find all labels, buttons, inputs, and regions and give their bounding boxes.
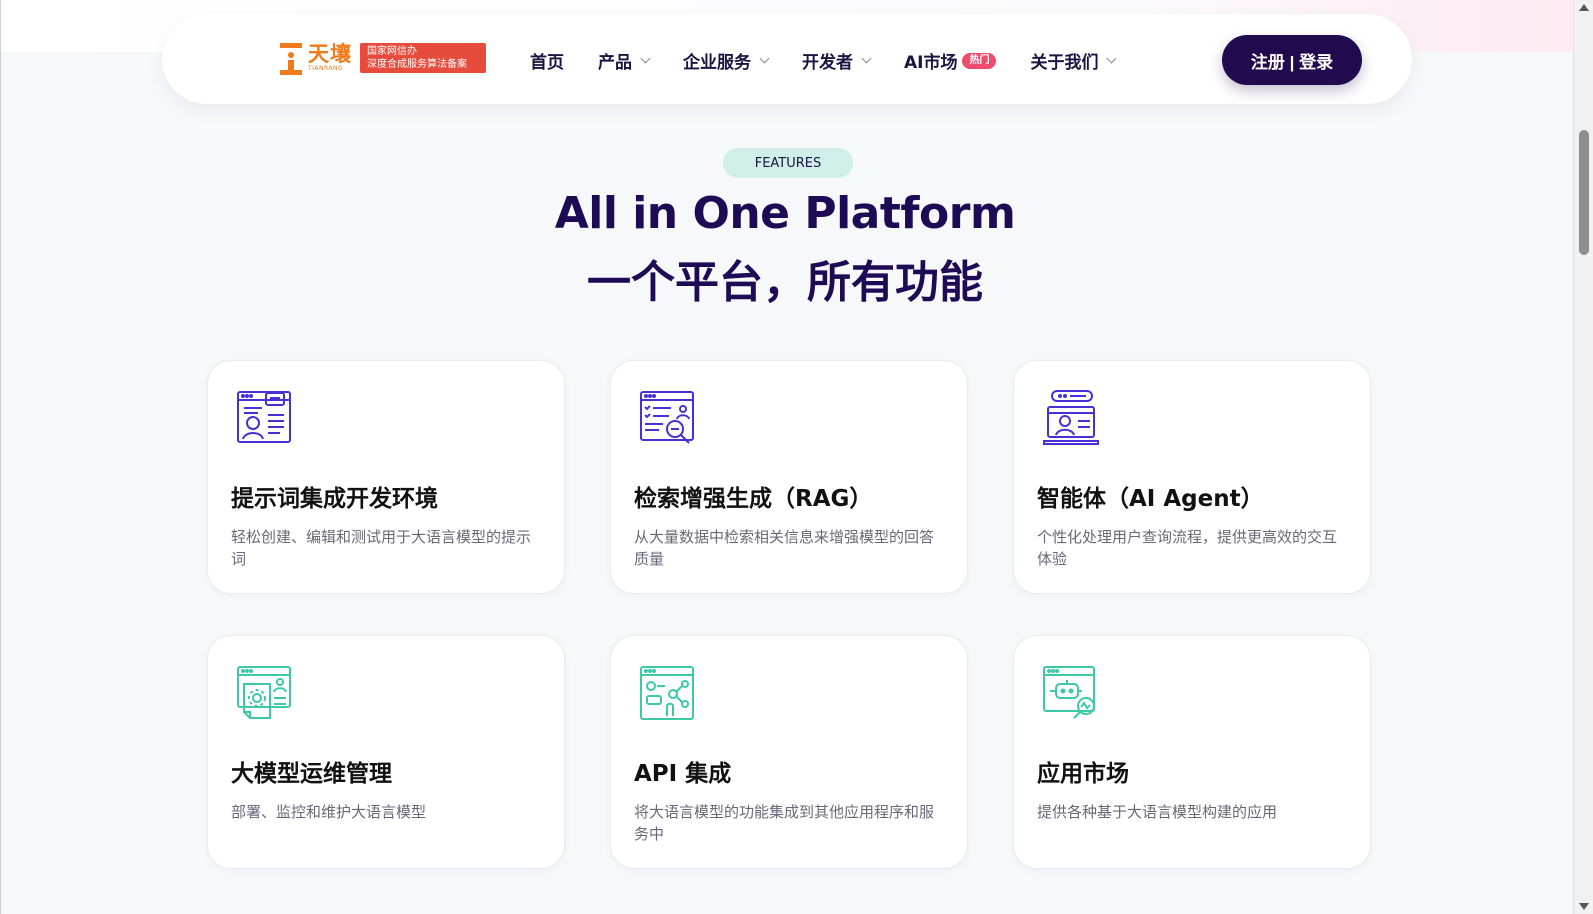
window-border bbox=[0, 0, 1, 914]
features-tag: FEATURES bbox=[723, 148, 853, 178]
chevron-down-icon bbox=[640, 53, 651, 64]
logo-sub: TIANRANG bbox=[308, 65, 344, 72]
settings-document-icon bbox=[237, 666, 291, 719]
card-title: 应用市场 bbox=[1037, 761, 1129, 787]
chevron-down-icon bbox=[759, 53, 770, 64]
scroll-thumb[interactable] bbox=[1579, 130, 1589, 255]
card-title: API 集成 bbox=[634, 761, 732, 787]
feature-card-llm-ops[interactable]: 大模型运维管理 部署、监控和维护大语言模型 bbox=[207, 635, 565, 869]
main-nav: 首页 产品 企业服务 开发者 AI市场 热门 关于我们 bbox=[530, 48, 1149, 73]
registration-line-2: 深度合成服务算法备案 bbox=[367, 59, 467, 70]
nav-item-label: AI市场 bbox=[904, 53, 958, 73]
card-title: 检索增强生成（RAG） bbox=[634, 486, 873, 512]
card-description: 个性化处理用户查询流程，提供更高效的交互体验 bbox=[1037, 528, 1338, 568]
registration-line-1: 国家网信办 bbox=[367, 46, 417, 57]
laptop-agent-icon bbox=[1043, 390, 1099, 445]
chevron-down-icon bbox=[1107, 53, 1117, 64]
nav-item-developers[interactable]: 开发者 bbox=[802, 48, 872, 73]
feature-card-api[interactable]: API 集成 将大语言模型的功能集成到其他应用程序和服务中 bbox=[610, 635, 968, 869]
feature-card-prompt-ide[interactable]: 提示词集成开发环境 轻松创建、编辑和测试用于大语言模型的提示词 bbox=[207, 360, 565, 594]
card-description: 将大语言模型的功能集成到其他应用程序和服务中 bbox=[634, 803, 935, 843]
feature-card-ai-agent[interactable]: 智能体（AI Agent） 个性化处理用户查询流程，提供更高效的交互体验 bbox=[1013, 360, 1371, 594]
document-search-icon bbox=[640, 391, 694, 444]
app-market-icon bbox=[1043, 666, 1095, 719]
logo-text: 天壤 TIANRANG bbox=[308, 43, 352, 73]
section-title-zh: 一个平台，所有功能 bbox=[587, 257, 983, 308]
nav-item-products[interactable]: 产品 bbox=[598, 48, 651, 73]
scroll-down-arrow-icon[interactable] bbox=[1579, 903, 1589, 910]
logo-name: 天壤 bbox=[308, 42, 352, 66]
nav-item-about[interactable]: 关于我们 bbox=[1030, 48, 1117, 73]
login-register-button[interactable]: 注册 | 登录 bbox=[1222, 35, 1362, 85]
feature-card-rag[interactable]: 检索增强生成（RAG） 从大量数据中检索相关信息来增强模型的回答质量 bbox=[610, 360, 968, 594]
logo-mark-icon bbox=[280, 43, 302, 75]
card-description: 部署、监控和维护大语言模型 bbox=[231, 803, 427, 821]
card-title: 提示词集成开发环境 bbox=[231, 486, 438, 512]
nav-item-label: 产品 bbox=[598, 53, 632, 73]
registration-badge: 国家网信办 深度合成服务算法备案 bbox=[360, 43, 486, 73]
nav-item-enterprise[interactable]: 企业服务 bbox=[683, 48, 770, 73]
nav-item-label: 关于我们 bbox=[1030, 53, 1099, 73]
section-title-en: All in One Platform bbox=[554, 188, 1016, 239]
feature-card-app-market[interactable]: 应用市场 提供各种基于大语言模型构建的应用 bbox=[1013, 635, 1371, 869]
prompt-ide-icon bbox=[237, 391, 291, 443]
navbar: 天壤 TIANRANG 国家网信办 深度合成服务算法备案 首页 产品 企业服务 … bbox=[162, 14, 1412, 104]
card-title: 大模型运维管理 bbox=[231, 761, 392, 787]
card-description: 从大量数据中检索相关信息来增强模型的回答质量 bbox=[634, 528, 935, 568]
card-description: 提供各种基于大语言模型构建的应用 bbox=[1037, 803, 1278, 821]
hot-badge: 热门 bbox=[962, 52, 997, 69]
card-description: 轻松创建、编辑和测试用于大语言模型的提示词 bbox=[231, 528, 532, 568]
nav-item-home[interactable]: 首页 bbox=[530, 48, 564, 73]
api-network-icon bbox=[640, 666, 694, 720]
card-title: 智能体（AI Agent） bbox=[1037, 486, 1264, 512]
chevron-down-icon bbox=[861, 53, 872, 64]
nav-item-label: 企业服务 bbox=[683, 53, 751, 73]
vertical-scrollbar[interactable] bbox=[1573, 0, 1593, 914]
scroll-up-arrow-icon[interactable] bbox=[1579, 4, 1589, 11]
nav-item-label: 开发者 bbox=[802, 53, 853, 73]
nav-item-label: 首页 bbox=[530, 53, 564, 73]
nav-item-ai-market[interactable]: AI市场 热门 bbox=[904, 48, 997, 73]
logo[interactable]: 天壤 TIANRANG 国家网信办 深度合成服务算法备案 bbox=[280, 43, 486, 75]
